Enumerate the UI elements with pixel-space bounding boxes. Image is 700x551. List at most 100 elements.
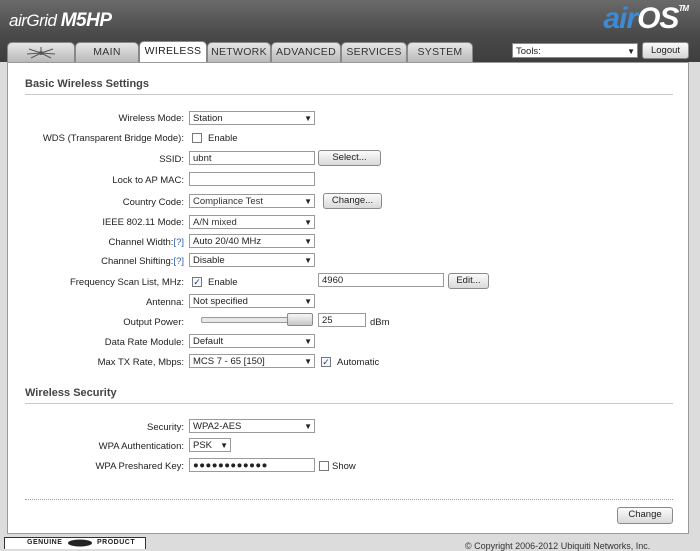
tab-system[interactable]: SYSTEM (407, 42, 473, 62)
wds-enable-label: Enable (208, 133, 238, 144)
tab-wireless[interactable]: WIRELESS (139, 41, 207, 63)
chevron-down-icon: ▼ (304, 237, 312, 246)
wpa-auth-select[interactable]: PSK ▼ (189, 438, 231, 452)
tools-select[interactable]: Tools: ▼ (512, 43, 638, 58)
channel-width-select[interactable]: Auto 20/40 MHz ▼ (189, 234, 315, 248)
brand-os: OS (637, 2, 679, 35)
genuine-product-badge: GENUINE PRODUCT (4, 537, 146, 549)
footer-divider (25, 499, 673, 500)
wireless-mode-select[interactable]: Station ▼ (189, 111, 315, 125)
security-select[interactable]: WPA2-AES ▼ (189, 419, 315, 433)
ieee-mode-label: IEEE 802.11 Mode: (102, 217, 184, 228)
ssid-label: SSID: (159, 154, 184, 165)
wds-label: WDS (Transparent Bridge Mode): (42, 133, 184, 144)
ieee-mode-select[interactable]: A/N mixed ▼ (189, 215, 315, 229)
app-header: airGrid M5HP airOSTM MAIN WIRELESS NETWO… (0, 0, 700, 63)
security-value: WPA2-AES (193, 421, 242, 432)
chevron-down-icon: ▼ (304, 256, 312, 265)
product-model: M5HP (60, 10, 112, 31)
output-power-input[interactable]: 25 (318, 313, 366, 327)
badge-product: PRODUCT (97, 539, 136, 546)
chevron-down-icon: ▼ (220, 441, 228, 450)
badge-genuine: GENUINE (27, 539, 63, 546)
max-tx-rate-label: Max TX Rate, Mbps: (97, 357, 184, 368)
logout-button[interactable]: Logout (642, 42, 689, 59)
max-tx-auto-checkbox[interactable]: ✓ (321, 357, 331, 367)
freq-scan-edit-button[interactable]: Edit... (448, 273, 489, 289)
product-prefix: airGrid (9, 11, 61, 30)
antenna-value: Not specified (193, 296, 248, 307)
channel-shifting-value: Disable (193, 255, 225, 266)
lock-ap-mac-input[interactable] (189, 172, 315, 186)
chevron-down-icon: ▼ (304, 297, 312, 306)
tab-main[interactable]: MAIN (75, 42, 139, 62)
wireless-settings-panel: Basic Wireless Settings Wireless Mode: S… (7, 62, 689, 534)
max-tx-auto-label: Automatic (337, 357, 380, 368)
channel-width-text: Channel Width: (108, 237, 174, 248)
show-key-checkbox[interactable] (319, 461, 329, 471)
wireless-mode-label: Wireless Mode: (118, 113, 184, 124)
channel-width-value: Auto 20/40 MHz (193, 236, 262, 247)
brand-air: air (603, 2, 638, 35)
section-divider (25, 403, 673, 404)
channel-width-help-link[interactable]: [?] (173, 237, 184, 248)
country-change-button[interactable]: Change... (323, 193, 382, 209)
country-code-select[interactable]: Compliance Test ▼ (189, 194, 315, 208)
wpa-auth-label: WPA Authentication: (98, 441, 184, 452)
output-power-slider-handle[interactable] (287, 313, 313, 326)
show-key-label: Show (332, 461, 356, 472)
wireless-mode-value: Station (193, 113, 223, 124)
max-tx-rate-select[interactable]: MCS 7 - 65 [150] ▼ (189, 354, 315, 368)
wds-checkbox[interactable] (192, 133, 202, 143)
ubiquiti-logo-icon (26, 47, 56, 59)
channel-width-label: Channel Width:[?] (108, 237, 184, 248)
airos-logo: airOSTM (603, 2, 689, 36)
ieee-mode-value: A/N mixed (193, 217, 237, 228)
antenna-label: Antenna: (145, 297, 184, 308)
country-code-label: Country Code: (122, 197, 184, 208)
chevron-down-icon: ▼ (304, 218, 312, 227)
antenna-select[interactable]: Not specified ▼ (189, 294, 315, 308)
output-power-label: Output Power: (123, 317, 184, 328)
channel-shifting-select[interactable]: Disable ▼ (189, 253, 315, 267)
wpa-psk-label: WPA Preshared Key: (95, 461, 184, 472)
change-button[interactable]: Change (617, 507, 673, 524)
freq-scan-input[interactable]: 4960 (318, 273, 444, 287)
tab-network[interactable]: NETWORK (207, 42, 271, 62)
chevron-down-icon: ▼ (627, 47, 635, 56)
chevron-down-icon: ▼ (304, 337, 312, 346)
chevron-down-icon: ▼ (304, 357, 312, 366)
product-logo: airGrid M5HP (9, 10, 112, 32)
trademark: TM (678, 4, 689, 13)
channel-shifting-text: Channel Shifting: (101, 256, 174, 267)
tools-select-value: Tools: (516, 46, 541, 57)
tab-advanced[interactable]: ADVANCED (271, 42, 341, 62)
ssid-select-button[interactable]: Select... (318, 150, 381, 166)
chevron-down-icon: ▼ (304, 197, 312, 206)
chevron-down-icon: ▼ (304, 114, 312, 123)
security-label: Security: (147, 422, 184, 433)
section-divider (25, 94, 673, 95)
data-rate-module-label: Data Rate Module: (104, 337, 184, 348)
channel-shifting-label: Channel Shifting:[?] (101, 256, 184, 267)
tab-services[interactable]: SERVICES (341, 42, 407, 62)
wpa-psk-input[interactable]: ●●●●●●●●●●●● (189, 458, 315, 472)
chevron-down-icon: ▼ (304, 422, 312, 431)
max-tx-rate-value: MCS 7 - 65 [150] (193, 356, 265, 367)
output-power-unit: dBm (370, 317, 390, 328)
country-code-value: Compliance Test (193, 196, 264, 207)
wpa-auth-value: PSK (193, 440, 213, 451)
data-rate-module-value: Default (193, 336, 224, 347)
ssid-input[interactable]: ubnt (189, 151, 315, 165)
lock-ap-mac-label: Lock to AP MAC: (112, 175, 184, 186)
channel-shifting-help-link[interactable]: [?] (173, 256, 184, 267)
freq-scan-checkbox[interactable]: ✓ (192, 277, 202, 287)
basic-wireless-title: Basic Wireless Settings (25, 78, 150, 90)
tab-ubiquiti-logo[interactable] (7, 42, 75, 62)
freq-scan-label: Frequency Scan List, MHz: (69, 277, 184, 288)
freq-scan-enable-label: Enable (208, 277, 238, 288)
data-rate-module-select[interactable]: Default ▼ (189, 334, 315, 348)
copyright-text: © Copyright 2006-2012 Ubiquiti Networks,… (465, 541, 651, 551)
wireless-security-title: Wireless Security (25, 387, 117, 399)
ubiquiti-logo-icon (68, 539, 92, 547)
